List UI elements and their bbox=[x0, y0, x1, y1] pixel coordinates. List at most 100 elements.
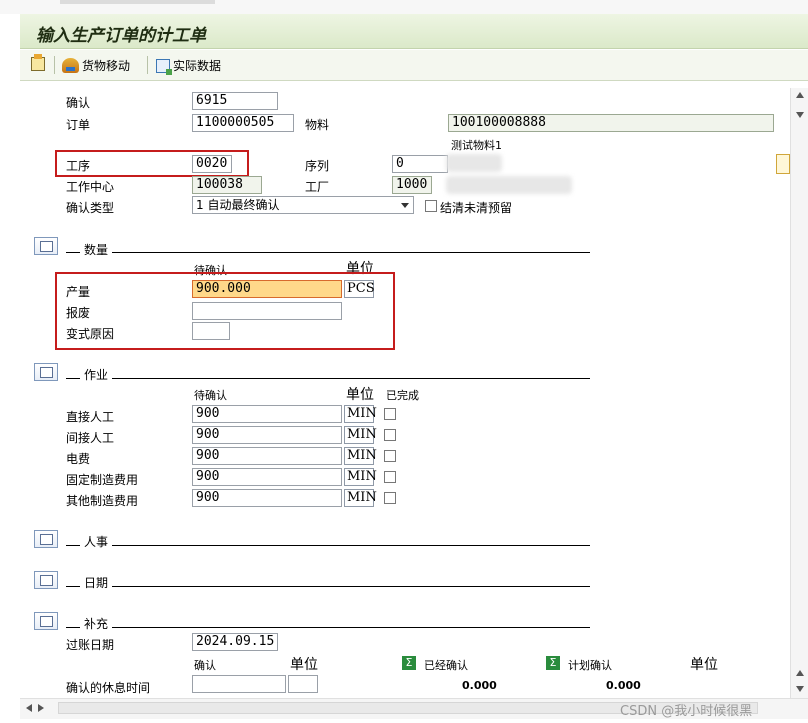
collapse-supplement-button[interactable] bbox=[34, 612, 58, 630]
vertical-scrollbar[interactable] bbox=[790, 88, 808, 698]
activity-completed-checkbox[interactable] bbox=[384, 492, 396, 504]
activity-label: 其他制造费用 bbox=[66, 494, 139, 508]
activity-completed-checkbox[interactable] bbox=[384, 450, 396, 462]
break-time-planned-value: 0.000 bbox=[606, 679, 641, 692]
already-confirmed-header: 已经确认 bbox=[424, 659, 468, 672]
activity-completed-checkbox[interactable] bbox=[384, 471, 396, 483]
scroll-down-icon[interactable] bbox=[796, 686, 804, 692]
activity-value-field[interactable]: 900 bbox=[192, 405, 342, 423]
clear-reservation-label: 结清未清预留 bbox=[440, 201, 513, 215]
activity-value-field[interactable]: 900 bbox=[192, 489, 342, 507]
unit-header-2: 单位 bbox=[690, 657, 718, 673]
posting-date-label: 过账日期 bbox=[66, 638, 115, 652]
plant-field: 1000 bbox=[392, 176, 432, 194]
group-line bbox=[112, 545, 590, 546]
material-label: 物料 bbox=[305, 118, 330, 132]
personnel-group-title: 人事 bbox=[84, 535, 109, 549]
activity-unit[interactable]: MIN bbox=[344, 447, 377, 465]
actual-data-label: 实际数据 bbox=[173, 59, 222, 73]
scroll-right-icon[interactable] bbox=[38, 704, 44, 712]
planned-confirm-header: 计划确认 bbox=[568, 659, 612, 672]
supplement-group-title: 补充 bbox=[84, 617, 109, 631]
actual-data-button[interactable]: 实际数据 bbox=[156, 57, 222, 75]
page-title: 输入生产订单的计工单 bbox=[36, 26, 206, 46]
activity-label: 电费 bbox=[66, 452, 91, 466]
group-line bbox=[66, 627, 80, 628]
order-label: 订单 bbox=[66, 118, 91, 132]
scroll-down-icon[interactable] bbox=[796, 112, 804, 118]
collapse-activities-button[interactable] bbox=[34, 363, 58, 381]
activity-unit[interactable]: MIN bbox=[344, 426, 377, 444]
activity-completed-checkbox[interactable] bbox=[384, 429, 396, 441]
to-confirm-header: 待确认 bbox=[194, 389, 227, 402]
scroll-up-icon[interactable] bbox=[796, 670, 804, 676]
group-line bbox=[112, 252, 590, 253]
activity-value-field[interactable]: 900 bbox=[192, 468, 342, 486]
group-line bbox=[66, 545, 80, 546]
posting-date-field[interactable]: 2024.09.15 bbox=[192, 633, 278, 651]
clear-reservation-checkbox[interactable] bbox=[425, 200, 437, 212]
activity-label: 间接人工 bbox=[66, 431, 115, 445]
break-time-label: 确认的休息时间 bbox=[66, 681, 151, 695]
sequence-field[interactable]: 0 bbox=[392, 155, 448, 173]
chevron-down-icon bbox=[401, 203, 409, 208]
group-line bbox=[66, 378, 80, 379]
group-line bbox=[66, 586, 80, 587]
sum-icon: Σ bbox=[546, 656, 560, 670]
confirmation-type-select[interactable]: 1 自动最终确认 bbox=[192, 196, 414, 214]
group-line bbox=[112, 586, 590, 587]
break-time-unit-field[interactable] bbox=[288, 675, 318, 693]
activity-unit[interactable]: MIN bbox=[344, 405, 377, 423]
group-icon bbox=[39, 615, 53, 627]
activities-group-title: 作业 bbox=[84, 368, 109, 382]
goods-movement-button[interactable]: 货物移动 bbox=[62, 57, 130, 74]
activity-unit[interactable]: MIN bbox=[344, 468, 377, 486]
dates-group-title: 日期 bbox=[84, 576, 109, 590]
work-center-label: 工作中心 bbox=[66, 180, 115, 194]
break-time-field[interactable] bbox=[192, 675, 286, 693]
group-icon bbox=[39, 533, 53, 545]
scroll-left-icon[interactable] bbox=[26, 704, 32, 712]
activity-value-field[interactable]: 900 bbox=[192, 426, 342, 444]
actual-data-icon bbox=[156, 58, 172, 75]
unit-header: 单位 bbox=[346, 387, 374, 403]
group-line bbox=[66, 252, 80, 253]
activity-unit[interactable]: MIN bbox=[344, 489, 377, 507]
completed-header: 已完成 bbox=[386, 389, 419, 402]
goods-movement-icon bbox=[62, 58, 79, 73]
highlight-box-operation bbox=[55, 150, 249, 177]
group-icon bbox=[39, 574, 53, 586]
toolbar bbox=[20, 50, 808, 81]
confirmation-type-label: 确认类型 bbox=[66, 201, 115, 215]
browser-top-strip bbox=[0, 0, 808, 14]
activity-value-field[interactable]: 900 bbox=[192, 447, 342, 465]
sequence-label: 序列 bbox=[305, 159, 330, 173]
work-center-field: 100038 bbox=[192, 176, 262, 194]
expand-dates-button[interactable] bbox=[34, 571, 58, 589]
order-field[interactable]: 1100000505 bbox=[192, 114, 294, 132]
unit-header: 单位 bbox=[290, 657, 318, 673]
redacted-area bbox=[446, 154, 502, 172]
new-document-button[interactable] bbox=[31, 54, 45, 71]
group-line bbox=[112, 378, 590, 379]
toolbar-separator bbox=[147, 56, 148, 74]
redacted-area bbox=[446, 176, 572, 194]
scroll-up-icon[interactable] bbox=[796, 92, 804, 98]
break-time-confirmed-value: 0.000 bbox=[462, 679, 497, 692]
expand-personnel-button[interactable] bbox=[34, 530, 58, 548]
confirm-header: 确认 bbox=[194, 659, 216, 672]
confirmation-label: 确认 bbox=[66, 96, 91, 110]
toolbar-separator bbox=[54, 56, 55, 74]
plant-label: 工厂 bbox=[305, 180, 330, 194]
highlight-box-quantity bbox=[55, 272, 395, 350]
activity-completed-checkbox[interactable] bbox=[384, 408, 396, 420]
material-description: 测试物料1 bbox=[451, 139, 502, 152]
quantity-group-title: 数量 bbox=[84, 243, 109, 257]
group-line bbox=[112, 627, 590, 628]
group-icon bbox=[39, 366, 53, 378]
confirmation-type-value: 1 自动最终确认 bbox=[196, 198, 280, 212]
document-icon bbox=[31, 54, 45, 71]
detail-icon[interactable] bbox=[776, 154, 790, 174]
confirmation-field[interactable]: 6915 bbox=[192, 92, 278, 110]
collapse-quantity-button[interactable] bbox=[34, 237, 58, 255]
